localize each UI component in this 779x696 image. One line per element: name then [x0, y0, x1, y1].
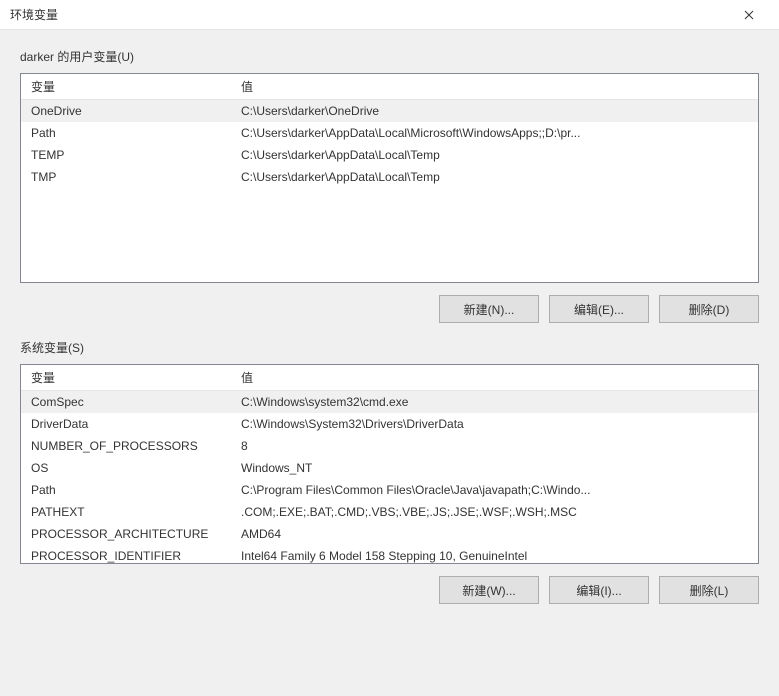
system-variables-table[interactable]: 变量 值 ComSpec C:\Windows\system32\cmd.exe… [20, 364, 759, 564]
table-row[interactable]: OneDrive C:\Users\darker\OneDrive [21, 100, 758, 123]
table-row[interactable]: TEMP C:\Users\darker\AppData\Local\Temp [21, 144, 758, 166]
column-header-value[interactable]: 值 [231, 365, 758, 391]
cell-value: C:\Users\darker\AppData\Local\Temp [231, 144, 758, 166]
table-row[interactable]: PROCESSOR_IDENTIFIER Intel64 Family 6 Mo… [21, 545, 758, 563]
table-row[interactable]: PATHEXT .COM;.EXE;.BAT;.CMD;.VBS;.VBE;.J… [21, 501, 758, 523]
user-variables-table[interactable]: 变量 值 OneDrive C:\Users\darker\OneDrive P… [20, 73, 759, 283]
cell-value: C:\Users\darker\AppData\Local\Temp [231, 166, 758, 188]
cell-value: C:\Windows\System32\Drivers\DriverData [231, 413, 758, 435]
cell-value: C:\Users\darker\AppData\Local\Microsoft\… [231, 122, 758, 144]
user-variables-label: darker 的用户变量(U) [20, 48, 759, 65]
cell-name: Path [21, 479, 231, 501]
cell-name: Path [21, 122, 231, 144]
cell-name: OS [21, 457, 231, 479]
cell-name: ComSpec [21, 391, 231, 414]
system-delete-button[interactable]: 删除(L) [659, 576, 759, 604]
user-delete-button[interactable]: 删除(D) [659, 295, 759, 323]
cell-name: TMP [21, 166, 231, 188]
system-buttons: 新建(W)... 编辑(I)... 删除(L) [20, 576, 759, 604]
cell-name: DriverData [21, 413, 231, 435]
cell-name: TEMP [21, 144, 231, 166]
table-row[interactable]: Path C:\Users\darker\AppData\Local\Micro… [21, 122, 758, 144]
cell-value: C:\Users\darker\OneDrive [231, 100, 758, 123]
user-edit-button[interactable]: 编辑(E)... [549, 295, 649, 323]
cell-value: .COM;.EXE;.BAT;.CMD;.VBS;.VBE;.JS;.JSE;.… [231, 501, 758, 523]
column-header-value[interactable]: 值 [231, 74, 758, 100]
cell-value: Intel64 Family 6 Model 158 Stepping 10, … [231, 545, 758, 563]
column-header-name[interactable]: 变量 [21, 74, 231, 100]
cell-name: NUMBER_OF_PROCESSORS [21, 435, 231, 457]
system-new-button[interactable]: 新建(W)... [439, 576, 539, 604]
table-row[interactable]: TMP C:\Users\darker\AppData\Local\Temp [21, 166, 758, 188]
cell-value: C:\Windows\system32\cmd.exe [231, 391, 758, 414]
cell-name: PROCESSOR_IDENTIFIER [21, 545, 231, 563]
user-new-button[interactable]: 新建(N)... [439, 295, 539, 323]
close-icon [744, 10, 754, 20]
table-row[interactable]: NUMBER_OF_PROCESSORS 8 [21, 435, 758, 457]
cell-value: AMD64 [231, 523, 758, 545]
system-variables-section: 系统变量(S) 变量 值 ComSpec C:\Windows\system32… [20, 339, 759, 604]
column-header-name[interactable]: 变量 [21, 365, 231, 391]
table-row[interactable]: PROCESSOR_ARCHITECTURE AMD64 [21, 523, 758, 545]
system-variables-label: 系统变量(S) [20, 339, 759, 356]
table-row[interactable]: ComSpec C:\Windows\system32\cmd.exe [21, 391, 758, 414]
window-title: 环境变量 [10, 6, 729, 23]
table-row[interactable]: OS Windows_NT [21, 457, 758, 479]
user-buttons: 新建(N)... 编辑(E)... 删除(D) [20, 295, 759, 323]
cell-value: C:\Program Files\Common Files\Oracle\Jav… [231, 479, 758, 501]
cell-name: OneDrive [21, 100, 231, 123]
close-button[interactable] [729, 1, 769, 29]
system-edit-button[interactable]: 编辑(I)... [549, 576, 649, 604]
cell-name: PROCESSOR_ARCHITECTURE [21, 523, 231, 545]
user-variables-section: darker 的用户变量(U) 变量 值 OneDrive C:\Users\d… [20, 48, 759, 323]
cell-name: PATHEXT [21, 501, 231, 523]
dialog-content: darker 的用户变量(U) 变量 值 OneDrive C:\Users\d… [0, 30, 779, 696]
table-row[interactable]: Path C:\Program Files\Common Files\Oracl… [21, 479, 758, 501]
titlebar: 环境变量 [0, 0, 779, 30]
table-row[interactable]: DriverData C:\Windows\System32\Drivers\D… [21, 413, 758, 435]
cell-value: Windows_NT [231, 457, 758, 479]
cell-value: 8 [231, 435, 758, 457]
